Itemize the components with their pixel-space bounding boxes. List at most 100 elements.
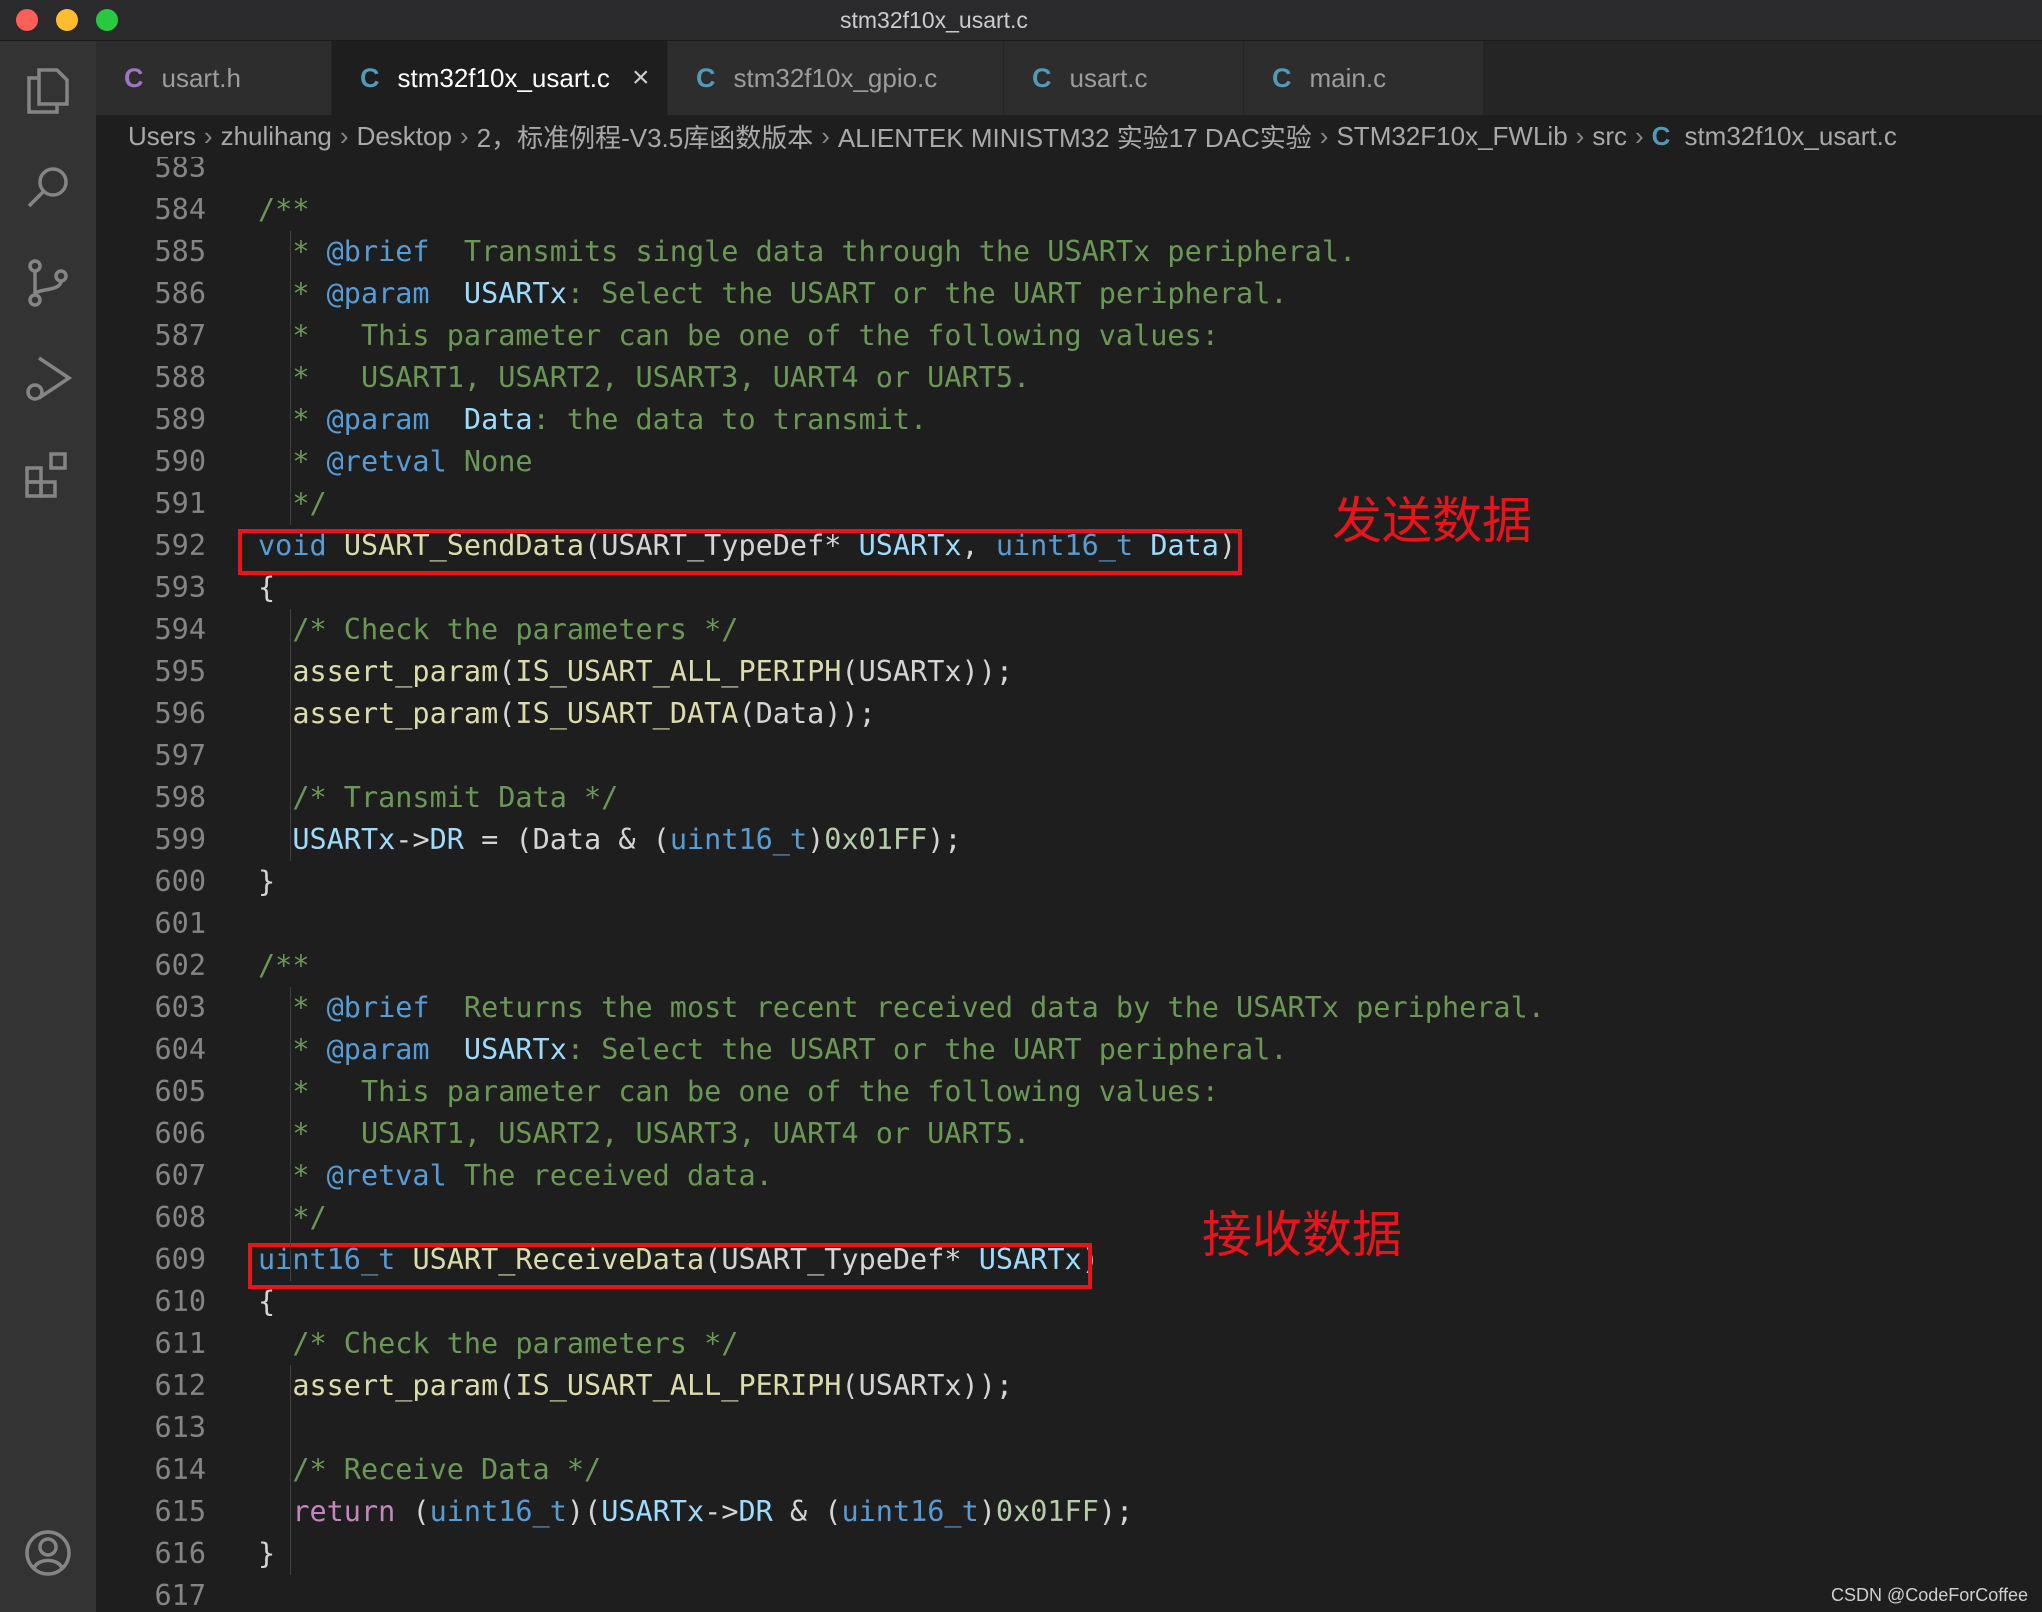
code-token: * (258, 1033, 327, 1066)
code-token: USARTx (601, 1495, 705, 1528)
line-number: 586 (154, 277, 206, 310)
line-number: 593 (154, 571, 206, 604)
code-line[interactable]: 617 (96, 1575, 2042, 1612)
code-token: The received data. (446, 1159, 773, 1192)
tab-usart-c[interactable]: C usart.c (1004, 41, 1244, 115)
extensions-icon[interactable] (20, 447, 76, 503)
code-editor[interactable]: 617 616} 615 return (uint16_t)(USARTx->DR … (96, 157, 2042, 1612)
code-token: IS_USART_DATA (515, 697, 739, 730)
code-line[interactable]: 585 * @brief Transmits single data throu… (96, 231, 2042, 273)
code-line[interactable]: 598 /* Transmit Data */ (96, 777, 2042, 819)
code-text: USARTx->DR = (Data & (uint16_t)0x01FF); (258, 819, 961, 861)
tab-stm32f10x-usart-c[interactable]: C stm32f10x_usart.c × (332, 41, 668, 115)
code-text: assert_param(IS_USART_DATA(Data)); (258, 693, 875, 735)
code-line[interactable]: 591 */ (96, 483, 2042, 525)
code-line[interactable]: 607 * @retval The received data. (96, 1155, 2042, 1197)
code-token: } (258, 865, 276, 898)
tab-main-c[interactable]: C main.c (1244, 41, 1484, 115)
code-line[interactable]: 604 * @param USARTx: Select the USART or… (96, 1029, 2042, 1071)
code-token: */ (258, 1201, 327, 1234)
code-token: (USARTx)); (841, 1369, 1014, 1402)
line-number: 610 (154, 1285, 206, 1318)
code-line[interactable]: 606 * USART1, USART2, USART3, UART4 or U… (96, 1113, 2042, 1155)
breadcrumb-item[interactable]: STM32F10x_FWLib (1336, 121, 1567, 152)
code-line[interactable]: 588 * USART1, USART2, USART3, UART4 or U… (96, 357, 2042, 399)
line-number: 603 (154, 991, 206, 1024)
code-token: { (258, 571, 276, 604)
tab-label: usart.c (1069, 62, 1148, 93)
account-icon[interactable] (20, 1525, 76, 1581)
chevron-right-icon: › (459, 120, 469, 151)
code-line[interactable]: 584 /** (96, 189, 2042, 231)
code-text: assert_param(IS_USART_ALL_PERIPH(USARTx)… (258, 651, 1013, 693)
code-token: @param (326, 277, 430, 310)
c-file-icon: C (360, 62, 380, 93)
code-line[interactable]: 616} (96, 1533, 2042, 1575)
send-data-annotation: 发送数据 (1332, 492, 1532, 550)
chevron-right-icon: › (339, 120, 349, 151)
code-line[interactable]: 613 (96, 1407, 2042, 1449)
code-token: ); (1098, 1495, 1134, 1528)
code-text: return (uint16_t)(USARTx->DR & (uint16_t… (258, 1491, 1133, 1533)
code-line[interactable]: 583 (96, 157, 2042, 189)
code-token: USARTx (292, 823, 396, 856)
code-text: */ (258, 483, 326, 525)
code-line[interactable]: 615 return (uint16_t)(USARTx->DR & (uint… (96, 1491, 2042, 1533)
code-token: ) (807, 823, 825, 856)
explorer-icon[interactable] (20, 63, 76, 119)
chevron-right-icon: › (1635, 120, 1644, 151)
breadcrumb-item[interactable]: Users (128, 121, 196, 152)
breadcrumb-item[interactable]: ALIENTEK MINISTM32 实验17 DAC实验 (838, 118, 1312, 155)
code-line[interactable]: 587 * This parameter can be one of the f… (96, 315, 2042, 357)
breadcrumb-item[interactable]: src (1592, 121, 1627, 152)
code-line[interactable]: 611 /* Check the parameters */ (96, 1323, 2042, 1365)
close-tab-icon[interactable]: × (632, 61, 650, 95)
breadcrumb-item[interactable]: 2，标准例程-V3.5库函数版本 (477, 118, 814, 155)
line-number: 613 (154, 1411, 206, 1444)
run-debug-icon[interactable] (20, 351, 76, 407)
code-line[interactable]: 599 USARTx->DR = (Data & (uint16_t)0x01F… (96, 819, 2042, 861)
code-line[interactable]: 586 * @param USARTx: Select the USART or… (96, 273, 2042, 315)
code-line[interactable]: 596 assert_param(IS_USART_DATA(Data)); (96, 693, 2042, 735)
tab-stm32f10x-gpio-c[interactable]: C stm32f10x_gpio.c (668, 41, 1004, 115)
code-line[interactable]: 601 (96, 903, 2042, 945)
tab-label: stm32f10x_gpio.c (733, 62, 938, 93)
code-line[interactable]: 589 * @param Data: the data to transmit. (96, 399, 2042, 441)
code-line[interactable]: 595 assert_param(IS_USART_ALL_PERIPH(USA… (96, 651, 2042, 693)
code-token: ( (498, 655, 516, 688)
code-line[interactable]: 603 * @brief Returns the most recent rec… (96, 987, 2042, 1029)
code-token: /* Transmit Data */ (258, 781, 619, 814)
breadcrumb-item[interactable]: zhulihang (221, 121, 332, 152)
code-line[interactable]: 614 /* Receive Data */ (96, 1449, 2042, 1491)
code-text: assert_param(IS_USART_ALL_PERIPH(USARTx)… (258, 1365, 1013, 1407)
indent-guide (290, 987, 291, 1281)
code-line[interactable]: 600} (96, 861, 2042, 903)
code-token: /* Check the parameters */ (258, 1327, 739, 1360)
code-text: * USART1, USART2, USART3, UART4 or UART5… (258, 357, 1030, 399)
search-icon[interactable] (20, 159, 76, 215)
c-file-icon: C (124, 62, 144, 93)
code-line[interactable]: 605 * This parameter can be one of the f… (96, 1071, 2042, 1113)
code-line[interactable]: 608 */ (96, 1197, 2042, 1239)
code-token: ) (978, 1495, 996, 1528)
breadcrumb-item[interactable]: Desktop (357, 121, 452, 152)
code-token: * (258, 235, 327, 268)
code-text: * @param USARTx: Select the USART or the… (258, 1029, 1287, 1071)
source-control-icon[interactable] (20, 255, 76, 311)
line-number: 608 (154, 1201, 206, 1234)
code-token: DR (429, 823, 464, 856)
line-number: 588 (154, 361, 206, 394)
line-number: 604 (154, 1033, 206, 1066)
tab-usart-h[interactable]: C usart.h (96, 41, 332, 115)
breadcrumb-item[interactable]: stm32f10x_usart.c (1684, 121, 1896, 152)
receive-data-annotation: 接收数据 (1202, 1206, 1402, 1264)
code-token: * This parameter can be one of the follo… (258, 1075, 1219, 1108)
code-line[interactable]: 602 /** (96, 945, 2042, 987)
code-line[interactable]: 594 /* Check the parameters */ (96, 609, 2042, 651)
code-line[interactable]: 612 assert_param(IS_USART_ALL_PERIPH(USA… (96, 1365, 2042, 1407)
code-line[interactable]: 597 (96, 735, 2042, 777)
code-line[interactable]: 590 * @retval None (96, 441, 2042, 483)
